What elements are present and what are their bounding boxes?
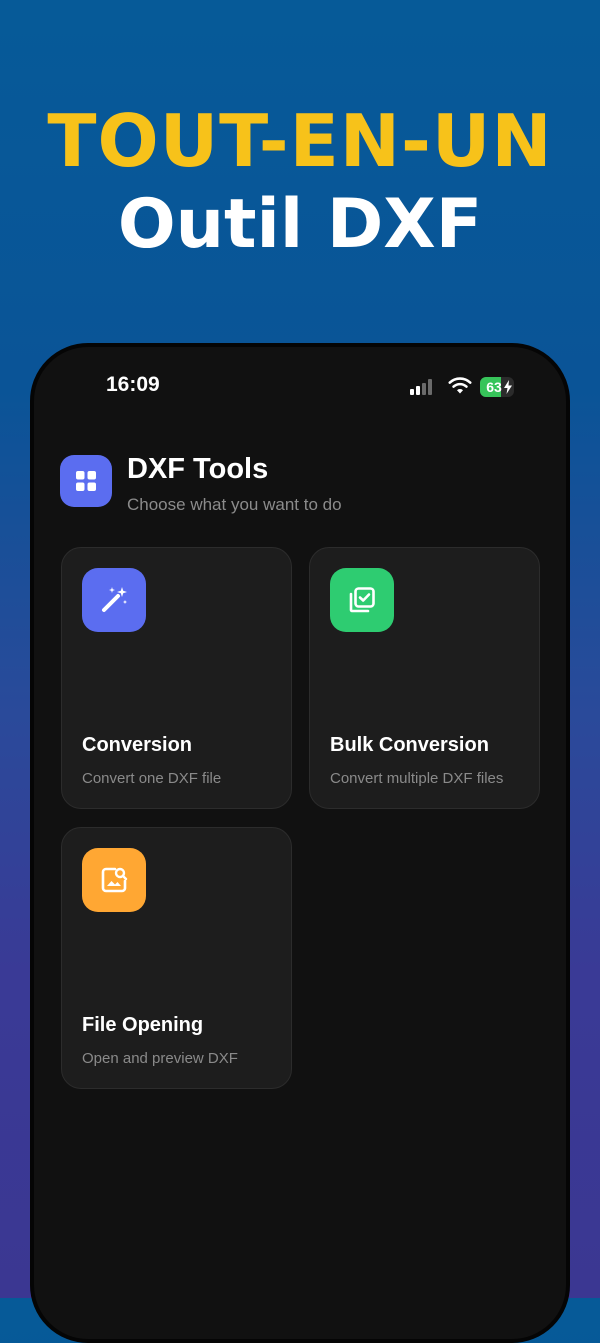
card-title: Conversion xyxy=(82,734,193,756)
promo-title-line1: TOUT-EN-UN xyxy=(47,99,553,183)
page-title: DXF Tools xyxy=(127,453,269,485)
page-subtitle: Choose what you want to do xyxy=(127,495,342,514)
promo-title-line2: Outil DXF xyxy=(117,185,483,264)
card-subtitle: Open and preview DXF xyxy=(82,1050,238,1067)
card-title: File Opening xyxy=(82,1014,204,1036)
conversion-card[interactable]: Conversion Convert one DXF file xyxy=(61,547,292,809)
grid-icon xyxy=(60,455,112,507)
magic-wand-icon xyxy=(82,568,146,632)
card-title: Bulk Conversion xyxy=(330,734,489,756)
bulk-conversion-card[interactable]: Bulk Conversion Convert multiple DXF fil… xyxy=(309,547,540,809)
wifi-icon xyxy=(448,377,472,394)
charging-bolt-icon xyxy=(504,380,512,394)
card-subtitle: Convert one DXF file xyxy=(82,770,222,787)
battery-icon: 63 xyxy=(480,377,514,397)
phone-frame: 16:09 63 DXF Tools Choose what you want … xyxy=(30,343,570,1343)
card-subtitle: Convert multiple DXF files xyxy=(330,770,504,787)
stacked-check-icon xyxy=(330,568,394,632)
signal-icon xyxy=(410,379,432,395)
file-opening-card[interactable]: File Opening Open and preview DXF xyxy=(61,827,292,1089)
status-time: 16:09 xyxy=(106,373,160,396)
image-search-icon xyxy=(82,848,146,912)
